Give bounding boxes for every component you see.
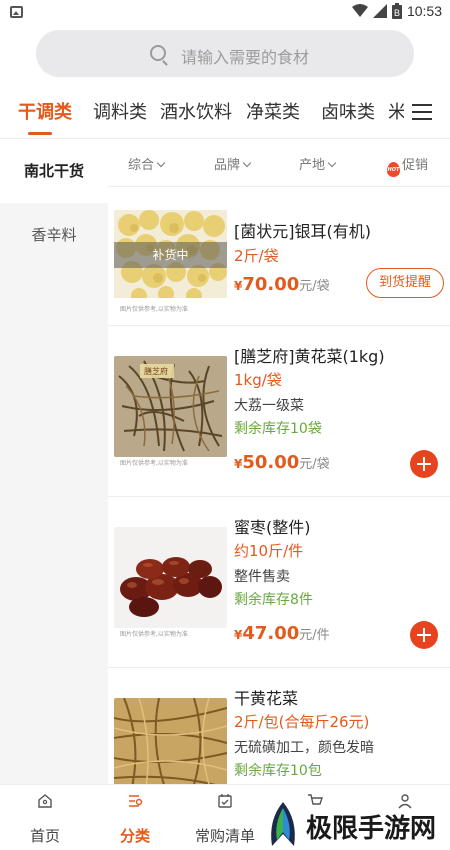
nav-frequent-list[interactable]: 常购清单: [180, 785, 270, 850]
tab-jingcai[interactable]: 净菜类: [246, 98, 300, 124]
battery-icon: B: [391, 3, 402, 19]
tab-ganDiao[interactable]: 干调类: [18, 98, 72, 124]
nav-label: 分类: [119, 827, 150, 845]
product-desc: 整件售卖: [234, 569, 290, 585]
nav-home[interactable]: 首页: [0, 785, 90, 850]
search-placeholder: 请输入需要的食材: [181, 48, 310, 67]
product-item[interactable]: 补货中 图片仅供参考,以实物为准 [菌状元]银耳(有机) 2斤/袋 ¥70.00…: [108, 188, 450, 326]
product-stock: 剩余库存10袋: [234, 421, 322, 437]
signal-icon: [372, 4, 387, 18]
tab-jiushui[interactable]: 酒水饮料: [160, 98, 232, 124]
add-to-cart-button[interactable]: [410, 450, 438, 478]
product-image-dates[interactable]: [114, 527, 227, 628]
product-item[interactable]: 膳芝府 图片仅供参考,以实物为准 [膳芝府]黄花菜(1kg) 1kg/袋 大荔一…: [108, 326, 450, 497]
sidebar-item-xiangxinliao[interactable]: 香辛料: [0, 203, 108, 267]
category-tabs: 干调类 调料类 酒水饮料 净菜类 卤味类 米: [0, 88, 450, 138]
active-tab-indicator: [28, 132, 52, 135]
subcategory-sidebar: 南北干货 香辛料: [0, 139, 108, 784]
chevron-down-icon: [156, 158, 166, 168]
product-name[interactable]: [膳芝府]黄花菜(1kg): [234, 343, 385, 367]
tab-luwei[interactable]: 卤味类: [321, 98, 375, 124]
product-price: ¥50.00元/袋: [234, 452, 330, 473]
product-image-tremella[interactable]: 补货中: [114, 210, 227, 311]
svg-text:膳芝府: 膳芝府: [144, 366, 168, 376]
filter-brand[interactable]: 品牌: [214, 154, 252, 173]
checklist-icon: [218, 794, 232, 808]
nav-label: 常购清单: [194, 827, 255, 845]
add-to-cart-button[interactable]: [410, 621, 438, 649]
restocking-overlay: 补货中: [114, 242, 227, 268]
chevron-down-icon: [327, 158, 337, 168]
product-item[interactable]: 干黄花菜 2斤/包(合每斤26元) 无硫磺加工，颜色发暗 剩余库存10包: [108, 668, 450, 784]
filter-origin[interactable]: 产地: [299, 154, 337, 173]
filter-promo[interactable]: HOT 促销: [387, 154, 428, 177]
app-screen: B 10:53 请输入需要的食材 干调类 调料类 酒水饮料 净菜类 卤味类 米 …: [0, 0, 450, 850]
product-list: 补货中 图片仅供参考,以实物为准 [菌状元]银耳(有机) 2斤/袋 ¥70.00…: [108, 188, 450, 784]
product-stock: 剩余库存8件: [234, 592, 313, 608]
product-price: ¥47.00元/件: [234, 623, 330, 644]
product-spec: 约10斤/件: [234, 542, 304, 560]
nav-category[interactable]: 分类: [90, 785, 180, 850]
product-stock: 剩余库存10包: [234, 763, 322, 779]
image-disclaimer: 图片仅供参考,以实物为准: [120, 631, 188, 638]
product-price: ¥70.00元/袋: [234, 274, 330, 295]
image-disclaimer: 图片仅供参考,以实物为准: [120, 306, 188, 313]
tab-tiaoliao[interactable]: 调料类: [93, 98, 147, 124]
home-icon: [38, 794, 52, 808]
product-name[interactable]: 蜜枣(整件): [234, 514, 311, 538]
sidebar-item-nanbei-ganhuo[interactable]: 南北干货: [0, 139, 108, 203]
svg-text:B: B: [394, 8, 400, 18]
wifi-icon: [351, 4, 368, 17]
chevron-down-icon: [242, 158, 252, 168]
status-icons: B 10:53: [351, 3, 442, 19]
search-icon: [150, 45, 166, 61]
product-name[interactable]: [菌状元]银耳(有机): [234, 218, 371, 242]
product-desc: 无硫磺加工，颜色发暗: [234, 740, 374, 756]
watermark-text: 极限手游网: [306, 814, 437, 844]
product-image-dried-daylily[interactable]: [114, 698, 227, 784]
product-item[interactable]: 图片仅供参考,以实物为准 蜜枣(整件) 约10斤/件 整件售卖 剩余库存8件 ¥…: [108, 497, 450, 668]
product-desc: 大荔一级菜: [234, 398, 304, 414]
tab-mi[interactable]: 米: [388, 98, 404, 124]
product-image-daylily[interactable]: 膳芝府: [114, 356, 227, 457]
product-name[interactable]: 干黄花菜: [234, 685, 298, 709]
clock: 10:53: [406, 3, 442, 19]
filter-bar: 综合 品牌 产地 HOT 促销: [108, 139, 450, 187]
product-spec: 2斤/包(合每斤26元): [234, 713, 370, 731]
hot-flame-icon: HOT: [387, 162, 400, 177]
arrival-notify-button[interactable]: 到货提醒: [366, 268, 444, 298]
gallery-notification-icon: [10, 6, 23, 18]
watermark-logo-icon: [271, 802, 295, 846]
product-spec: 2斤/袋: [234, 247, 279, 265]
image-disclaimer: 图片仅供参考,以实物为准: [120, 460, 188, 467]
nav-label: 首页: [29, 827, 60, 845]
category-icon: [129, 795, 143, 807]
status-bar: B 10:53: [0, 0, 450, 26]
watermark: 极限手游网: [262, 798, 450, 850]
filter-sort[interactable]: 综合: [128, 154, 166, 173]
product-spec: 1kg/袋: [234, 371, 282, 389]
search-bar[interactable]: 请输入需要的食材: [36, 30, 414, 77]
menu-icon[interactable]: [412, 104, 432, 120]
